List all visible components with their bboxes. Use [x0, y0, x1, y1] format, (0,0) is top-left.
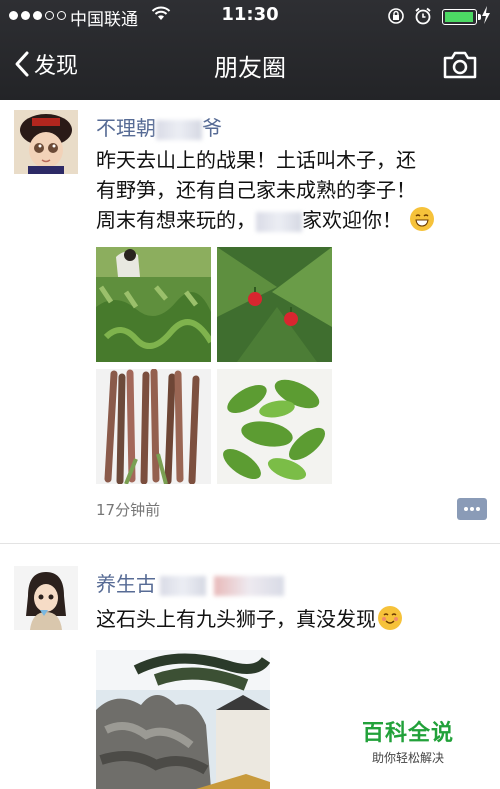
photo-bamboo-shoots[interactable]	[96, 369, 211, 484]
author-name[interactable]: 养生古	[96, 568, 284, 597]
author-name[interactable]: 不理朝爷	[96, 112, 222, 141]
redacted-text	[156, 119, 202, 140]
watermark: 百科全说 助你轻松解决	[362, 715, 454, 766]
top-bar: 中国联通 11:30 发现 朋友圈	[0, 0, 500, 100]
post-time: 17分钟前	[96, 501, 161, 519]
photo-rock-garden[interactable]	[96, 650, 270, 789]
redacted-text	[160, 575, 206, 596]
battery-icon	[442, 9, 481, 25]
avatar[interactable]	[14, 566, 78, 630]
moment-post: 不理朝爷 昨天去山上的战果！土话叫木子，还 有野笋，还有自己家未成熟的李子！ 周…	[0, 100, 500, 540]
grin-emoji-icon	[410, 207, 434, 231]
redacted-text	[214, 575, 284, 596]
post-text: 这石头上有九头狮子，真没发现	[96, 604, 486, 634]
status-bar: 中国联通 11:30	[0, 0, 500, 32]
watermark-title: 百科全说	[362, 721, 455, 746]
post-text: 昨天去山上的战果！土话叫木子，还 有野笋，还有自己家未成熟的李子！ 周末有想来玩…	[96, 145, 486, 235]
photo-plum-leaves[interactable]	[217, 369, 332, 484]
smile-emoji-icon	[378, 606, 402, 630]
avatar[interactable]	[14, 110, 78, 174]
alarm-icon	[415, 7, 431, 25]
photo-wild-strawberries[interactable]	[217, 247, 332, 362]
redacted-text	[256, 211, 302, 232]
charging-icon	[482, 6, 490, 24]
comment-button[interactable]	[457, 498, 487, 520]
rotation-lock-icon	[388, 8, 404, 24]
camera-icon[interactable]	[442, 50, 478, 80]
photo-wild-vegetables[interactable]	[96, 247, 211, 362]
page-title: 朋友圈	[214, 54, 286, 82]
watermark-subtitle: 助你轻松解决	[372, 751, 445, 765]
